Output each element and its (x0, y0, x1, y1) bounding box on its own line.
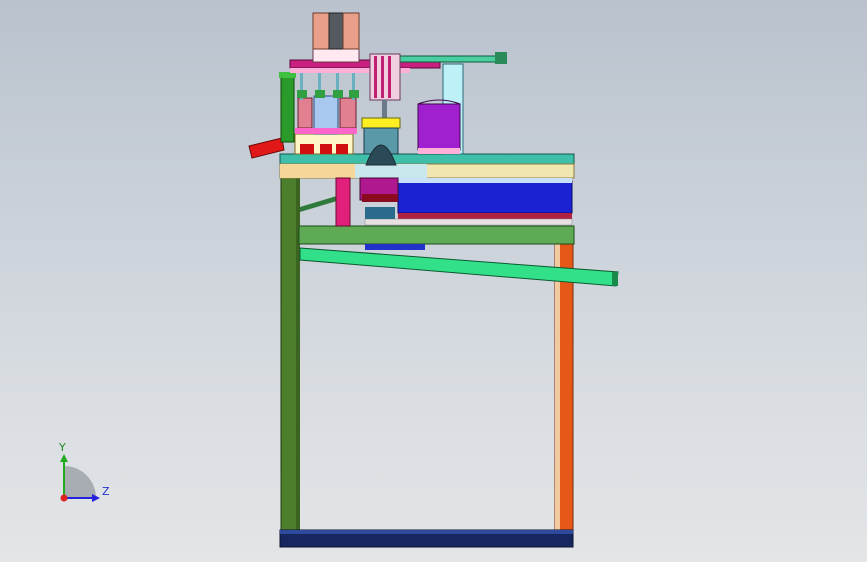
table-top-mid-block (355, 164, 427, 178)
pink-guide-rail (295, 128, 357, 134)
y-arrow-icon (60, 454, 68, 462)
left-cylinder (280, 75, 295, 143)
origin-icon (60, 494, 68, 502)
triad-quadrant (64, 466, 96, 498)
upper-arm (397, 55, 499, 63)
rod-collar-1 (297, 90, 307, 98)
gripper-block-left (297, 97, 313, 129)
blue-panel-lower (364, 218, 573, 226)
lower-blue-bar (365, 244, 425, 250)
center-cylinder-stripe-1 (374, 56, 377, 98)
y-axis-label: Y (59, 441, 66, 454)
table-top (279, 153, 575, 165)
center-cylinder-stripe-3 (388, 56, 391, 98)
upper-arm-end (495, 52, 507, 64)
red-chute (248, 137, 285, 159)
right-leg-highlight (555, 240, 560, 532)
fixture-red-3 (336, 144, 348, 154)
magenta-column (335, 177, 351, 227)
green-strut (300, 195, 340, 212)
gripper-block-right (339, 97, 357, 129)
blue-panel-bottom (398, 213, 572, 219)
slide-rail-end (612, 272, 618, 286)
purple-bin (417, 103, 461, 151)
dark-red-block (362, 194, 398, 202)
cad-viewport[interactable]: Y Z (0, 0, 867, 562)
machine-base-top (280, 530, 573, 534)
blue-panel (397, 180, 573, 214)
center-cylinder-stripe-2 (381, 56, 384, 98)
table-top-left-block (280, 164, 355, 178)
press-head (361, 117, 401, 129)
rod-collar-4 (349, 90, 359, 98)
machine-model[interactable] (0, 0, 867, 562)
rod-collar-3 (333, 90, 343, 98)
purple-bin-base (418, 148, 460, 154)
blue-panel-top (398, 178, 572, 183)
fixture-red-2 (320, 144, 332, 154)
z-axis-label: Z (102, 485, 110, 498)
motor-body-right (342, 12, 360, 50)
teal-small-block (365, 207, 395, 219)
motor-body-mid (328, 12, 344, 50)
motor-body-left (312, 12, 330, 50)
lower-frame-plate (298, 225, 575, 245)
fixture-red-1 (300, 144, 314, 154)
center-shaft (382, 100, 387, 118)
z-arrow-icon (92, 494, 100, 502)
rod-collar-2 (315, 90, 325, 98)
